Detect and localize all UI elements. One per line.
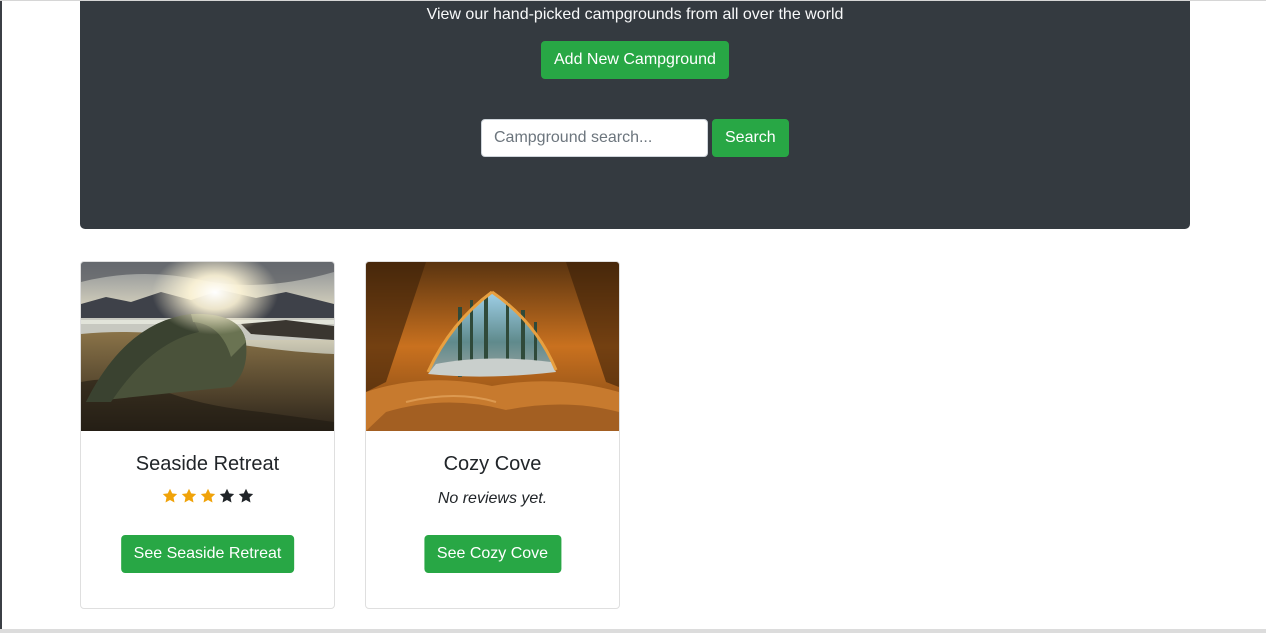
campground-search-input[interactable]	[481, 119, 708, 157]
campground-title: Seaside Retreat	[135, 453, 280, 475]
add-campground-button[interactable]: Add New Campground	[541, 41, 729, 79]
see-campground-button[interactable]: See Seaside Retreat	[120, 535, 295, 573]
search-form: Search	[481, 119, 789, 157]
campground-image	[366, 262, 619, 431]
hero-lead-text: View our hand-picked campgrounds from al…	[426, 6, 844, 23]
campground-card: Seaside Retreat See Seaside Retreat	[80, 261, 335, 609]
star-empty-icon	[219, 488, 234, 503]
campground-image	[81, 262, 334, 431]
see-campground-button[interactable]: See Cozy Cove	[423, 535, 562, 573]
no-reviews-text: No reviews yet.	[437, 490, 548, 507]
star-rating	[81, 488, 334, 504]
window-edge	[0, 1, 2, 633]
star-filled-icon	[200, 488, 215, 503]
campground-title: Cozy Cove	[443, 453, 542, 475]
star-filled-icon	[162, 488, 177, 503]
hero-banner: View our hand-picked campgrounds from al…	[80, 1, 1190, 229]
star-filled-icon	[181, 488, 196, 503]
star-empty-icon	[238, 488, 253, 503]
page-bottom-edge	[0, 629, 1266, 633]
page-viewport: View our hand-picked campgrounds from al…	[0, 0, 1266, 633]
campground-card: Cozy Cove No reviews yet. See Cozy Cove	[365, 261, 620, 609]
search-button[interactable]: Search	[712, 119, 789, 157]
